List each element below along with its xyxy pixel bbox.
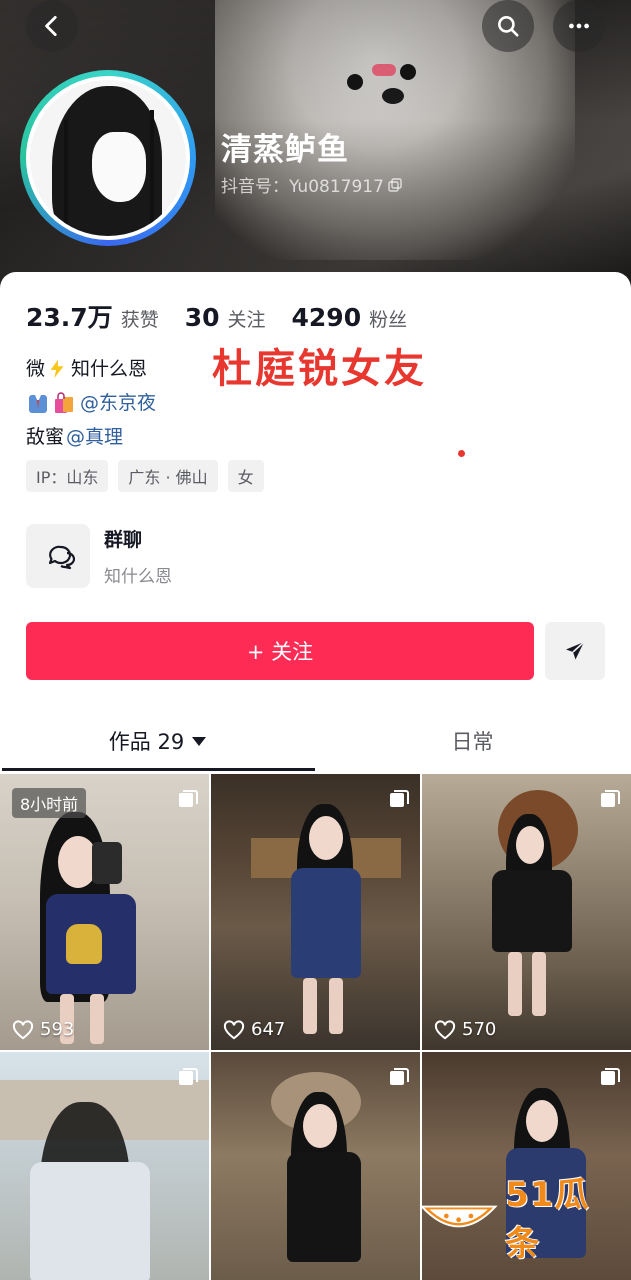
shopping-bag-icon [52,391,76,415]
suit-icon [26,391,50,415]
profile-bio: 微 知什么恩 @东京夜 敌蜜 @真理 [26,352,156,454]
video-thumbnail[interactable]: 570 [422,774,631,1050]
post-likes-count: 647 [251,1019,286,1040]
stat-following[interactable]: 30 关注 [185,303,266,332]
bio-mention-mari[interactable]: @真理 [66,420,123,454]
tab-works-label: 作品 29 [108,730,185,754]
bio-line-2: @东京夜 [26,386,156,420]
message-button[interactable] [545,622,605,680]
watermelon-logo-icon [419,1205,498,1228]
multi-image-icon [601,790,620,807]
red-dot [458,450,465,457]
stat-number: 4290 [291,303,362,332]
video-thumbnail[interactable] [211,1052,420,1280]
bio-line-3: 敌蜜 @真理 [26,420,156,454]
douyin-id: 抖音号：Yu0817917 [221,177,384,197]
tag-ip: IP：山东 [26,460,109,492]
profile-tabs: 作品 29 日常 [0,712,631,770]
avatar[interactable] [20,70,196,246]
multi-image-icon [179,790,198,807]
post-likes: 593 [12,1019,74,1040]
multi-image-icon [601,1068,620,1085]
active-tab-indicator [2,768,315,771]
stat-number: 30 [184,303,220,332]
stat-number: 23.7万 [26,303,113,332]
heart-icon [12,1019,34,1039]
chat-bubbles-icon [48,545,75,570]
video-thumbnail[interactable]: 647 [211,774,420,1050]
post-likes: 647 [223,1019,285,1040]
profile-stats: 23.7万 获赞 30 关注 4290 粉丝 [26,298,407,334]
heart-icon [434,1019,456,1039]
profile-card: 23.7万 获赞 30 关注 4290 粉丝 微 知什么恩 @东京夜 敌蜜 @真… [0,272,631,1280]
stat-label: 关注 [227,309,266,331]
search-button[interactable] [482,0,534,52]
tag-location: 广东 · 佛山 [118,460,218,492]
post-likes-count: 593 [40,1019,75,1040]
bio-text: 知什么恩 [71,358,148,380]
overlay-caption: 杜庭锐女友 [212,346,427,392]
bio-prefix: 微 [26,358,46,380]
stat-followers[interactable]: 4290 粉丝 [292,303,408,332]
group-chat-entry[interactable]: 群聊 知什么恩 [26,524,172,588]
multi-image-icon [390,790,409,807]
video-thumbnail[interactable]: 8小时前 593 [0,774,209,1050]
lightning-icon [45,357,69,381]
stat-label: 粉丝 [369,309,408,331]
multi-image-icon [179,1068,198,1085]
follow-button[interactable]: + 关注 [26,622,534,680]
more-button[interactable] [553,0,605,52]
watermark-text: 51瓜条 [505,1175,590,1264]
profile-nickname: 清蒸鲈鱼 [221,132,349,168]
group-chat-subtitle: 知什么恩 [104,567,172,587]
send-icon [566,641,585,660]
more-icon [569,23,589,29]
post-time-badge: 8小时前 [12,788,87,818]
video-thumbnail[interactable] [0,1052,209,1280]
copy-icon[interactable] [388,177,402,192]
tag-gender: 女 [227,460,264,492]
group-chat-title: 群聊 [104,529,143,551]
search-icon [498,16,519,37]
chevron-left-icon [45,15,57,37]
profile-tags: IP：山东 广东 · 佛山 女 [26,460,264,492]
multi-image-icon [390,1068,409,1085]
back-button[interactable] [26,0,78,52]
bio-text: 敌蜜 [26,426,65,448]
site-watermark: 51瓜条 [418,1175,618,1264]
post-likes: 570 [434,1019,496,1040]
douyin-id-row[interactable]: 抖音号：Yu0817917 [221,172,402,197]
tab-works[interactable]: 作品 29 [0,712,315,770]
caret-down-icon[interactable] [192,736,207,746]
group-chat-icon-box [26,524,90,588]
bio-line-1: 微 知什么恩 [26,352,156,386]
phone-in-photo [92,842,122,884]
follow-button-label: + 关注 [246,640,314,664]
tab-daily[interactable]: 日常 [315,712,630,770]
heart-icon [223,1019,245,1039]
bio-mention-tokyo[interactable]: @东京夜 [80,386,156,420]
avatar-image [26,76,190,240]
stat-likes[interactable]: 23.7万 获赞 [26,298,159,334]
stat-label: 获赞 [120,309,159,331]
post-likes-count: 570 [462,1019,497,1040]
tab-daily-label: 日常 [451,730,494,754]
